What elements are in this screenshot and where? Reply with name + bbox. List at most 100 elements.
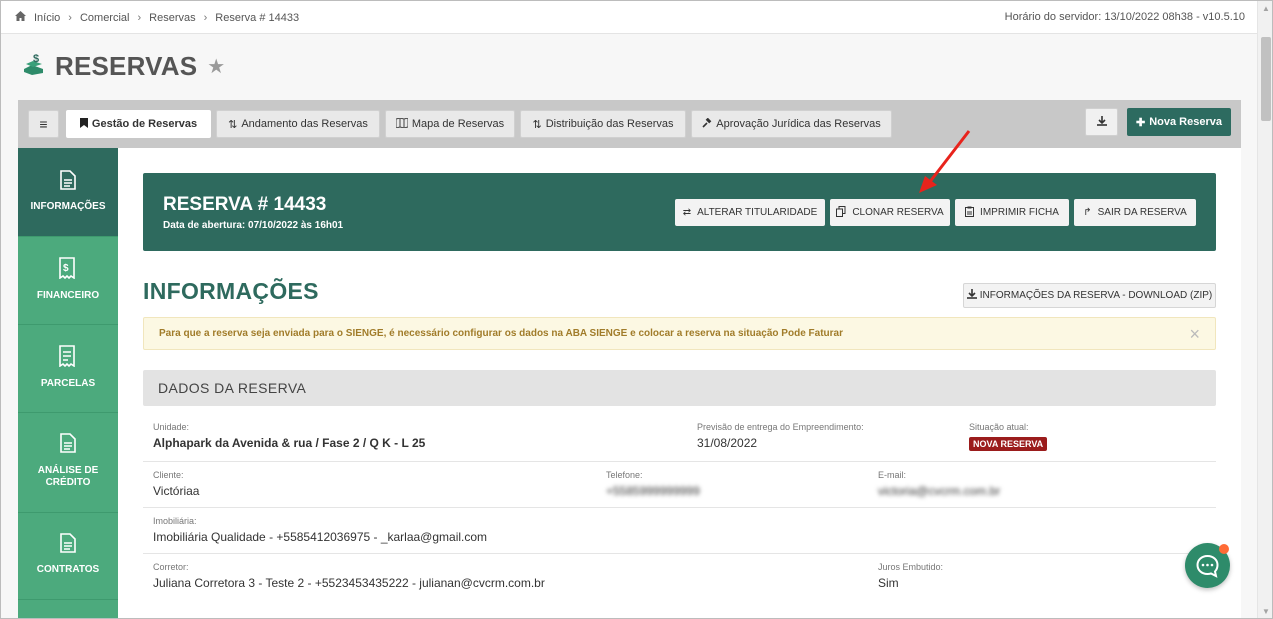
field-value: Alphapark da Avenida & rua / Fase 2 / Q … xyxy=(153,436,426,450)
clone-reservation-button[interactable]: CLONAR RESERVA xyxy=(830,199,950,226)
section-title: INFORMAÇÕES xyxy=(143,278,319,304)
svg-text:$: $ xyxy=(63,263,69,274)
menu-toggle-button[interactable]: ≡ xyxy=(28,110,59,138)
field-label: Unidade: xyxy=(153,422,190,432)
sidebar-item-financeiro[interactable]: $ FINANCEIRO xyxy=(18,237,118,325)
print-form-button[interactable]: IMPRIMIR FICHA xyxy=(955,199,1069,226)
field-value: 31/08/2022 xyxy=(697,436,758,450)
embedded-interest-field: Juros Embutido: Sim xyxy=(878,562,943,590)
sienge-warning-alert: Para que a reserva seja enviada para o S… xyxy=(143,317,1216,350)
field-value: Sim xyxy=(878,576,899,590)
close-icon[interactable]: × xyxy=(1189,324,1200,345)
main-content: RESERVA # 14433 Data de abertura: 07/10/… xyxy=(118,148,1241,618)
page-title: RESERVAS xyxy=(55,51,198,81)
download-zip-button[interactable]: INFORMAÇÕES DA RESERVA - DOWNLOAD (ZIP) xyxy=(963,283,1216,308)
real-estate-agency-field: Imobiliária: Imobiliária Qualidade - +55… xyxy=(153,516,487,544)
top-bar: Início › Comercial › Reservas › Reserva … xyxy=(1,1,1257,34)
field-label: Situação atual: xyxy=(969,422,1029,432)
receipt-dollar-icon: $ xyxy=(18,257,118,282)
data-section-title: DADOS DA RESERVA xyxy=(158,380,307,396)
server-time: Horário do servidor: 13/10/2022 08h38 - … xyxy=(1004,11,1245,23)
sidebar-item-label: PARCELAS xyxy=(40,378,96,389)
field-label: Telefone: xyxy=(606,470,643,480)
new-reservation-label: Nova Reserva xyxy=(1149,116,1222,128)
field-label: Previsão de entrega do Empreendimento: xyxy=(697,422,864,432)
sidebar-item-label: INFORMAÇÕES xyxy=(30,201,106,212)
sidebar-item-informacoes[interactable]: INFORMAÇÕES xyxy=(18,148,118,237)
plus-icon: ✚ xyxy=(1136,116,1146,129)
sort-icon: ⇅ xyxy=(532,118,542,131)
hamburger-icon: ≡ xyxy=(39,116,48,132)
download-button[interactable] xyxy=(1085,108,1118,136)
field-label: Imobiliária: xyxy=(153,516,197,526)
share-arrow-icon: ↱ xyxy=(1083,207,1092,218)
tab-label: Mapa de Reservas xyxy=(411,118,505,130)
button-label: IMPRIMIR FICHA xyxy=(980,207,1059,218)
clipboard-icon xyxy=(965,206,975,220)
app-window: Início › Comercial › Reservas › Reserva … xyxy=(0,0,1273,619)
phone-field: Telefone: +5585999999999 xyxy=(606,470,700,498)
tab-label: Distribuição das Reservas xyxy=(545,118,674,130)
field-label: E-mail: xyxy=(878,470,907,480)
sidebar-item-label: CONTRATOS xyxy=(36,564,100,575)
sidebar-item-contratos[interactable]: CONTRATOS xyxy=(18,513,118,600)
reservation-opening-date: Data de abertura: 07/10/2022 às 16h01 xyxy=(163,220,344,231)
status-badge: NOVA RESERVA xyxy=(969,437,1048,451)
sidebar: INFORMAÇÕES $ FINANCEIRO PARCELAS ANÁLIS… xyxy=(18,148,118,618)
svg-text:$: $ xyxy=(33,53,39,65)
tab-label: Gestão de Reservas xyxy=(91,118,198,130)
page-header: $ RESERVAS ★ xyxy=(21,51,225,82)
breadcrumb-item-inicio[interactable]: Início xyxy=(34,12,60,24)
sidebar-item-analise-credito[interactable]: ANÁLISE DE CRÉDITO xyxy=(18,413,118,513)
bookmark-icon xyxy=(79,117,88,131)
scroll-down-icon[interactable]: ▼ xyxy=(1258,604,1272,618)
field-value: Juliana Corretora 3 - Teste 2 - +5523453… xyxy=(153,576,545,590)
current-status-field: Situação atual: NOVA RESERVA xyxy=(969,422,1048,451)
button-label: SAIR DA RESERVA xyxy=(1097,207,1187,218)
notification-dot xyxy=(1219,544,1229,554)
sort-icon: ⇅ xyxy=(228,118,238,131)
breadcrumb-item-comercial[interactable]: Comercial xyxy=(80,12,130,24)
button-label: INFORMAÇÕES DA RESERVA - DOWNLOAD (ZIP) xyxy=(979,290,1213,301)
change-ownership-button[interactable]: ⇄ ALTERAR TITULARIDADE xyxy=(675,199,825,226)
chat-bubble-icon xyxy=(1185,554,1230,592)
download-icon xyxy=(966,289,977,302)
broker-field: Corretor: Juliana Corretora 3 - Teste 2 … xyxy=(153,562,545,590)
document-icon xyxy=(18,433,118,457)
receipt-icon xyxy=(18,345,118,370)
scroll-up-icon[interactable]: ▲ xyxy=(1258,1,1272,17)
field-label: Corretor: xyxy=(153,562,189,572)
button-label: CLONAR RESERVA xyxy=(852,207,944,218)
breadcrumb-item-reservas[interactable]: Reservas xyxy=(149,12,195,24)
home-icon xyxy=(15,11,26,24)
breadcrumb-item-current: Reserva # 14433 xyxy=(215,11,300,24)
unit-field: Unidade: Alphapark da Avenida & rua / Fa… xyxy=(153,422,425,450)
email-field: E-mail: victoria@cvcrm.com.br xyxy=(878,470,1000,498)
tab-distribuicao[interactable]: ⇅ Distribuição das Reservas xyxy=(520,110,686,138)
button-label: ALTERAR TITULARIDADE xyxy=(697,207,818,218)
exit-reservation-button[interactable]: ↱ SAIR DA RESERVA xyxy=(1074,199,1196,226)
vertical-scrollbar[interactable]: ▲ ▼ xyxy=(1257,1,1272,618)
money-hand-icon: $ xyxy=(21,51,47,82)
reservation-banner: RESERVA # 14433 Data de abertura: 07/10/… xyxy=(143,173,1216,251)
field-label: Juros Embutido: xyxy=(878,562,944,572)
document-icon xyxy=(18,170,118,193)
client-field: Cliente: Victóriaa xyxy=(153,470,199,498)
delivery-forecast-field: Previsão de entrega do Empreendimento: 3… xyxy=(697,422,864,450)
data-section-header: DADOS DA RESERVA xyxy=(143,370,1216,406)
sidebar-item-parcelas[interactable]: PARCELAS xyxy=(18,325,118,413)
scrollbar-thumb[interactable] xyxy=(1261,37,1271,121)
star-icon[interactable]: ★ xyxy=(207,54,225,79)
tab-gestao[interactable]: Gestão de Reservas xyxy=(66,110,211,138)
chat-widget-button[interactable] xyxy=(1185,543,1230,588)
field-value: Imobiliária Qualidade - +5585412036975 -… xyxy=(153,530,488,544)
tab-aprovacao[interactable]: Aprovação Jurídica das Reservas xyxy=(691,110,892,138)
tab-mapa[interactable]: Mapa de Reservas xyxy=(385,110,515,138)
breadcrumb: Início › Comercial › Reservas › Reserva … xyxy=(15,11,299,24)
tab-andamento[interactable]: ⇅ Andamento das Reservas xyxy=(216,110,380,138)
tabs-bar: ≡ Gestão de Reservas ⇅ Andamento das Res… xyxy=(18,100,1241,148)
chevron-right-icon: › xyxy=(137,11,142,24)
map-icon xyxy=(395,116,409,131)
new-reservation-button[interactable]: ✚ Nova Reserva xyxy=(1127,108,1231,136)
table-row: Unidade: Alphapark da Avenida & rua / Fa… xyxy=(143,406,1216,462)
